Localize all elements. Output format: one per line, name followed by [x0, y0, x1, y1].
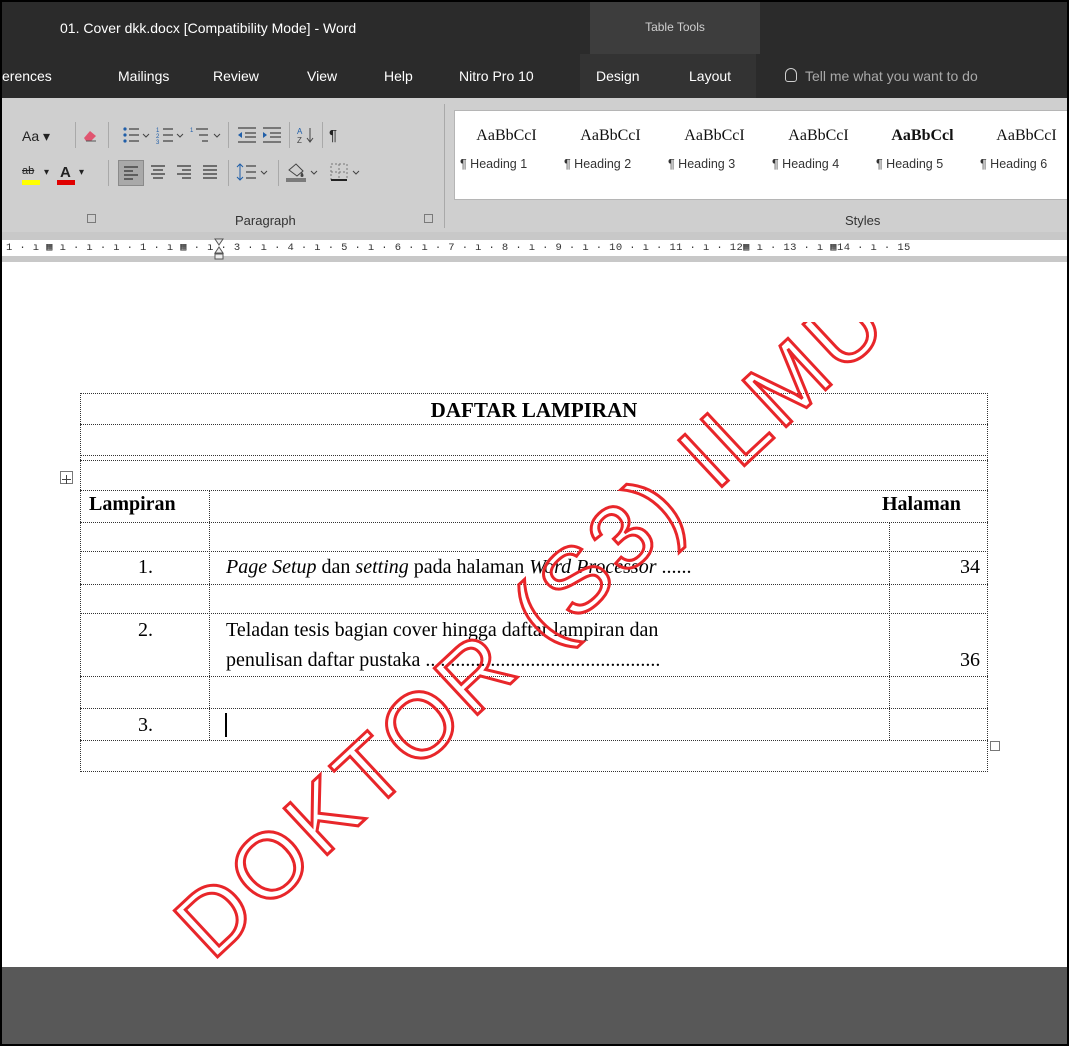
table-tools-label: Table Tools — [645, 20, 705, 34]
multilevel-list-icon[interactable]: 1 — [190, 125, 224, 145]
separator — [278, 160, 279, 186]
sort-icon[interactable]: AZ — [296, 125, 316, 145]
separator — [228, 160, 229, 186]
word-window: 01. Cover dkk.docx [Compatibility Mode] … — [2, 2, 1067, 1044]
table-row-divider — [80, 460, 988, 461]
table-row-divider — [80, 584, 988, 585]
separator — [289, 122, 290, 148]
svg-text:1: 1 — [190, 128, 194, 134]
appendix-title-line-1: Teladan tesis bagian cover hingga daftar… — [226, 619, 659, 641]
table-row-divider — [80, 613, 988, 614]
title-bar: 01. Cover dkk.docx [Compatibility Mode] … — [2, 2, 1067, 54]
tell-me-box[interactable]: Tell me what you want to do — [785, 68, 978, 84]
page-number: 34 — [960, 556, 980, 578]
separator — [322, 122, 323, 148]
table-row-divider — [80, 676, 988, 677]
tab-review[interactable]: Review — [213, 68, 259, 84]
tab-mailings[interactable]: Mailings — [118, 68, 169, 84]
align-center-icon[interactable] — [146, 160, 170, 184]
paragraph-dialog-launcher[interactable] — [424, 214, 433, 223]
numbering-icon[interactable]: 123 — [156, 125, 186, 146]
paragraph-group-label: Paragraph — [235, 213, 296, 228]
indent-marker[interactable] — [214, 238, 224, 260]
table-row-divider — [80, 551, 988, 552]
svg-text:3: 3 — [156, 140, 160, 145]
table-row-divider — [80, 708, 988, 709]
show-formatting-button[interactable]: ¶ — [329, 127, 337, 144]
column-header-halaman: Halaman — [882, 493, 961, 515]
appendix-number: 2. — [138, 619, 153, 641]
table-col-divider — [889, 522, 890, 740]
table-tools-group: Table Tools — [590, 2, 760, 54]
style-heading-5[interactable]: AaBbCcl ¶ Heading 5 — [871, 111, 974, 199]
separator — [75, 122, 76, 148]
style-heading-3[interactable]: AaBbCcI ¶ Heading 3 — [663, 111, 766, 199]
style-heading-6[interactable]: AaBbCcI ¶ Heading 6 — [975, 111, 1067, 199]
appendix-number: 3. — [138, 714, 153, 736]
column-header-lampiran: Lampiran — [89, 493, 176, 515]
style-heading-4[interactable]: AaBbCcI ¶ Heading 4 — [767, 111, 870, 199]
tab-help[interactable]: Help — [384, 68, 413, 84]
table-col-divider — [209, 490, 210, 740]
styles-group-label: Styles — [845, 213, 881, 228]
align-left-icon[interactable] — [118, 160, 144, 186]
appendix-number: 1. — [138, 556, 153, 578]
style-heading-1[interactable]: AaBbCcI ¶ Heading 1 — [455, 111, 558, 199]
document-page[interactable]: DAFTAR LAMPIRAN Lampiran Halaman 1. Page… — [2, 262, 1067, 967]
decrease-indent-icon[interactable] — [236, 125, 258, 145]
text-cursor — [225, 713, 227, 737]
separator — [108, 122, 109, 148]
table-outline — [80, 393, 988, 772]
borders-icon[interactable] — [329, 161, 365, 183]
justify-icon[interactable] — [198, 160, 222, 184]
appendix-title: Page Setup dan setting pada halaman Word… — [226, 556, 692, 578]
change-case-button[interactable]: Aa ▾ — [22, 128, 50, 145]
table-move-handle[interactable] — [60, 471, 73, 484]
table-row-divider — [80, 424, 988, 425]
separator — [228, 122, 229, 148]
list-heading: DAFTAR LAMPIRAN — [430, 398, 638, 422]
table-row-divider — [80, 455, 988, 456]
ruler-scale: 1 · ı ▦ ı · ı · ı · 1 · ı ▦ · ı · 3 · ı … — [6, 242, 911, 254]
lightbulb-icon — [785, 68, 797, 82]
style-heading-2[interactable]: AaBbCcI ¶ Heading 2 — [559, 111, 662, 199]
appendix-title-line-2: penulisan daftar pustaka ...............… — [226, 649, 661, 671]
tell-me-text: Tell me what you want to do — [805, 68, 978, 84]
font-dialog-launcher[interactable] — [87, 214, 96, 223]
inner-table-top — [80, 490, 988, 491]
status-bar — [2, 967, 1067, 1044]
tab-design[interactable]: Design — [596, 68, 640, 84]
clear-formatting-icon[interactable] — [82, 127, 98, 143]
bullets-icon[interactable] — [122, 125, 152, 145]
svg-text:Z: Z — [297, 136, 302, 145]
highlight-color-icon[interactable]: ab — [22, 165, 42, 187]
svg-text:A: A — [297, 127, 303, 136]
table-row-divider — [80, 740, 988, 741]
font-color-icon[interactable]: A — [57, 164, 75, 187]
tab-view[interactable]: View — [307, 68, 337, 84]
separator — [444, 104, 445, 228]
page-number: 36 — [960, 649, 980, 671]
shading-icon[interactable] — [285, 161, 325, 183]
highlight-dropdown[interactable]: ▾ — [44, 167, 49, 178]
increase-indent-icon[interactable] — [261, 125, 283, 145]
tab-layout[interactable]: Layout — [689, 68, 731, 84]
window-title: 01. Cover dkk.docx [Compatibility Mode] … — [60, 20, 357, 36]
ribbon-home: Aa ▾ 123 1 AZ ¶ ab ▾ A ▾ Paragraph AaBbC… — [2, 98, 1067, 233]
line-spacing-icon[interactable] — [236, 161, 272, 183]
separator — [108, 160, 109, 186]
ribbon-tabs: erences Mailings Review View Help Nitro … — [2, 54, 1067, 98]
tab-nitro-pro[interactable]: Nitro Pro 10 — [459, 68, 534, 84]
align-right-icon[interactable] — [172, 160, 196, 184]
font-color-dropdown[interactable]: ▾ — [79, 167, 84, 178]
table-resize-handle[interactable] — [990, 741, 1000, 751]
table-row-divider — [80, 522, 988, 523]
tab-references[interactable]: erences — [2, 68, 52, 84]
styles-gallery: AaBbCcI ¶ Heading 1 AaBbCcI ¶ Heading 2 … — [454, 110, 1067, 200]
horizontal-ruler[interactable]: 1 · ı ▦ ı · ı · ı · 1 · ı ▦ · ı · 3 · ı … — [2, 232, 1067, 262]
